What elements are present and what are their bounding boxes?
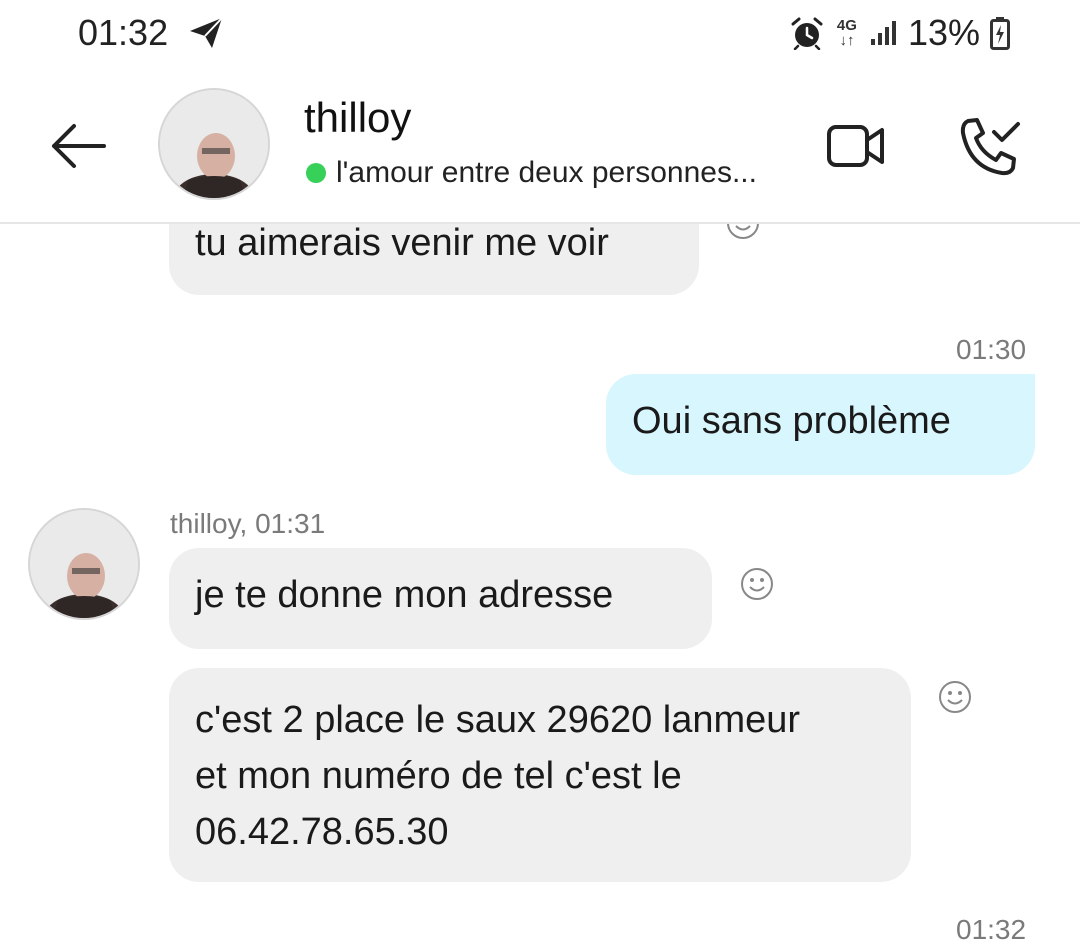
smiley-react-icon[interactable]: [938, 680, 972, 714]
message-text-line: c'est 2 place le saux 29620 lanmeur: [195, 699, 801, 741]
message-timestamp: 01:30: [956, 334, 1027, 365]
contact-name[interactable]: thilloy: [304, 94, 411, 142]
smiley-react-icon[interactable]: [740, 567, 774, 601]
contact-status: l'amour entre deux personnes...: [306, 156, 757, 190]
message-text: Oui sans problème: [632, 400, 951, 442]
status-text: l'amour entre deux personnes...: [336, 156, 757, 189]
message-text: tu aimerais venir me voir: [195, 224, 609, 264]
sender-avatar[interactable]: [28, 508, 140, 620]
avatar-photo: [160, 90, 268, 198]
back-arrow-icon[interactable]: [50, 123, 106, 169]
message-bubble-received[interactable]: je te donne mon adresse: [169, 548, 712, 649]
message-bubble-received[interactable]: c'est 2 place le saux 29620 lanmeur et m…: [169, 668, 911, 882]
message-bubble-received[interactable]: tu aimerais venir me voir: [169, 224, 699, 295]
message-text-line: et mon numéro de tel c'est le: [195, 755, 682, 797]
avatar-photo: [30, 510, 138, 618]
battery-icon: [990, 17, 1010, 50]
message-timestamp: 01:32: [956, 914, 1027, 945]
chat-header: thilloy l'amour entre deux personnes...: [0, 70, 1080, 224]
message-list[interactable]: tu aimerais venir me voir 01:30 Oui sans…: [0, 224, 1080, 952]
data-arrows-icon: ↓↑: [839, 32, 855, 49]
message-text-line: 06.42.78.65.30: [195, 811, 449, 853]
battery-percent: 13%: [907, 12, 980, 53]
message-text: je te donne mon adresse: [195, 574, 614, 616]
phone-call-icon[interactable]: [958, 116, 1022, 178]
video-call-icon[interactable]: [826, 124, 886, 168]
alarm-icon: [791, 17, 823, 50]
sender-name-time: thilloy, 01:31: [170, 508, 326, 539]
status-icons: 4G ↓↑ 13%: [790, 12, 1010, 54]
send-icon: [190, 17, 223, 48]
contact-avatar[interactable]: [158, 88, 270, 200]
status-time: 01:32: [78, 12, 169, 53]
smiley-react-icon[interactable]: [726, 224, 760, 240]
network-type: 4G: [836, 17, 857, 34]
message-bubble-sent[interactable]: Oui sans problème: [606, 374, 1035, 475]
signal-icon: [870, 21, 896, 45]
online-indicator: [306, 163, 326, 183]
network-indicator: 4G ↓↑: [834, 18, 860, 48]
